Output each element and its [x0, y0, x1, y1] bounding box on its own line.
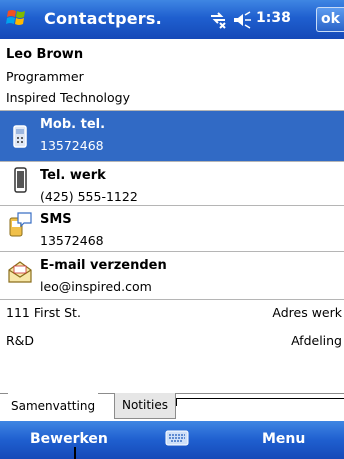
field-label: Mob. tel.	[40, 117, 106, 132]
volume-icon[interactable]	[232, 10, 252, 30]
desk-phone-icon	[14, 167, 27, 193]
detail-value: R&D	[6, 333, 35, 348]
callout-line	[74, 447, 76, 459]
windows-start-icon[interactable]	[4, 5, 32, 33]
detail-value: 111 First St.	[6, 305, 81, 320]
callout-line	[176, 398, 177, 406]
tab-summary[interactable]: Samenvatting	[8, 393, 99, 419]
tab-notes[interactable]: Notities	[114, 393, 176, 419]
app-title: Contactpers.	[44, 9, 162, 28]
edit-soft-key[interactable]: Bewerken	[30, 431, 108, 447]
contact-name: Leo Brown	[6, 47, 84, 62]
keyboard-icon[interactable]	[165, 429, 189, 447]
contact-company: Inspired Technology	[6, 90, 131, 105]
field-label: SMS	[40, 212, 72, 227]
detail-row-address[interactable]: 111 First St. Adres werk	[0, 301, 344, 323]
divider	[0, 299, 344, 300]
detail-label: Afdeling	[291, 333, 342, 348]
detail-row-department[interactable]: R&D Afdeling	[0, 329, 344, 351]
field-row-email[interactable]: E-mail verzenden leo@inspired.com	[0, 252, 344, 302]
field-label: E-mail verzenden	[40, 258, 167, 273]
callout-line	[176, 398, 344, 399]
contact-job-title: Programmer	[6, 69, 84, 84]
connectivity-icon[interactable]	[208, 11, 228, 29]
envelope-icon	[8, 261, 32, 283]
menu-soft-key[interactable]: Menu	[262, 431, 305, 447]
title-bar: Contactpers. 1:38 ok	[0, 0, 344, 39]
field-row-sms[interactable]: SMS 13572468	[0, 206, 344, 256]
ok-button[interactable]: ok	[316, 7, 344, 32]
field-value: leo@inspired.com	[40, 279, 152, 294]
mobile-phone-icon	[13, 125, 27, 148]
field-label: Tel. werk	[40, 168, 106, 183]
field-value: (425) 555-1122	[40, 189, 138, 204]
menu-bar: Bewerken Menu	[0, 421, 344, 459]
field-value: 13572468	[40, 233, 104, 248]
detail-label: Adres werk	[272, 305, 342, 320]
clock[interactable]: 1:38	[256, 10, 291, 26]
sms-icon	[9, 212, 32, 237]
field-row-mobile[interactable]: Mob. tel. 13572468	[0, 111, 344, 161]
field-value: 13572468	[40, 138, 104, 153]
